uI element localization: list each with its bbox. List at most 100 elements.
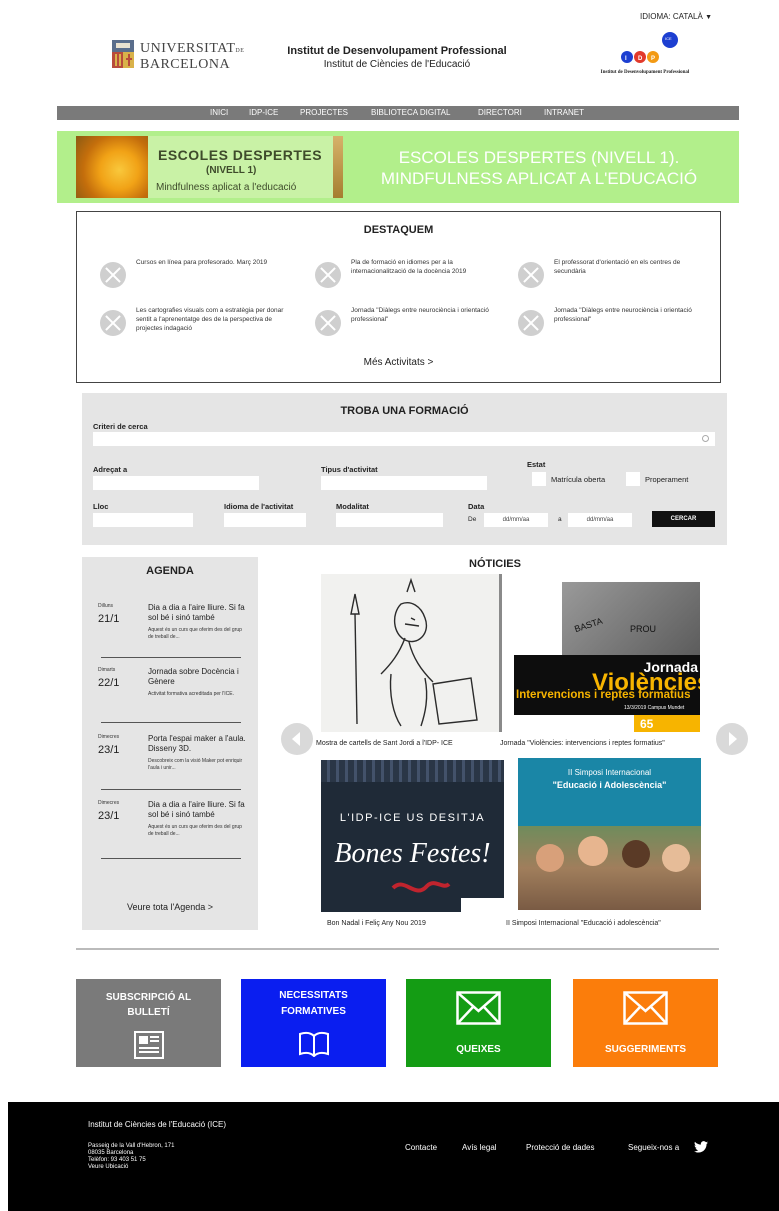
featured-item[interactable]: Les cartografies visuals com a estratègi… <box>100 306 290 342</box>
banner-image-subtitle: Mindfulness aplicat a l'educació <box>156 182 297 193</box>
nav-item-projectes[interactable]: PROJECTES <box>300 108 348 117</box>
anniversary-badge: 65 <box>634 715 700 732</box>
agenda-divider <box>101 722 241 723</box>
banner-title: ESCOLES DESPERTES (NIVELL 1). MINDFULNES… <box>380 148 698 188</box>
idp-logo-caption: Institut de Desenvolupament Professional <box>600 70 690 75</box>
sunflower-image <box>76 136 148 198</box>
event-title: Jornada sobre Docència i Gènere <box>148 667 239 686</box>
modality-input[interactable] <box>336 513 443 527</box>
festes-line1: L'IDP-ICE US DESITJA <box>339 812 486 824</box>
tile-label: BULLETÍ <box>127 1007 170 1018</box>
banner-image-level: (NIVELL 1) <box>206 165 257 176</box>
hero-banner[interactable]: ESCOLES DESPERTES (NIVELL 1) Mindfulness… <box>57 131 739 203</box>
status-open-checkbox[interactable] <box>532 472 546 486</box>
image-placeholder-icon <box>315 310 341 336</box>
contact-link[interactable]: Contacte <box>405 1143 437 1152</box>
training-needs-tile[interactable]: NECESSITATS FORMATIVES <box>241 979 386 1067</box>
follow-us-label: Segueix-nos a <box>628 1143 680 1152</box>
activity-type-input[interactable] <box>321 476 487 490</box>
date-label: Data <box>468 502 485 511</box>
institute-title-sub: Institut de Ciències de l'Educació <box>323 59 471 70</box>
nav-item-inici[interactable]: INICI <box>210 108 228 117</box>
nav-item-biblioteca[interactable]: BIBLIOTECA DIGITAL <box>371 108 450 117</box>
event-date: 22/1 <box>98 677 120 689</box>
news-image-violencies[interactable]: BASTA PROU Jornada Violències Intervenci… <box>514 582 700 732</box>
carousel-next-button[interactable] <box>716 723 748 755</box>
event-title: Dia a dia a l'aire lliure. Si fa sol bé … <box>148 800 245 819</box>
event-weekday: Dimarts <box>98 667 116 673</box>
featured-item[interactable]: El professorat d'orientació en els centr… <box>518 258 708 294</box>
institute-title: Institut de Desenvolupament Professional… <box>262 45 532 70</box>
envelope-icon <box>623 991 668 1025</box>
modality-label: Modalitat <box>336 502 369 511</box>
date-from-input[interactable]: dd/mm/aa <box>484 513 548 527</box>
event-weekday: Dilluns <box>98 603 114 609</box>
search-button[interactable]: CERCAR <box>652 511 715 527</box>
event-desc: Aquest és un curs que oferim des del gru… <box>148 627 242 640</box>
full-agenda-link[interactable]: Veure tota l'Agenda > <box>82 902 258 912</box>
search-input[interactable] <box>93 432 715 446</box>
language-selector[interactable]: IDIOMA: CATALÀ ▼ <box>640 12 712 21</box>
news-caption[interactable]: Bon Nadal i Feliç Any Nou 2019 <box>327 920 426 927</box>
date-from-label: De <box>468 516 477 523</box>
ribbon-icon <box>391 881 451 893</box>
hand-word: PROU <box>630 624 657 634</box>
twitter-icon[interactable] <box>694 1141 708 1153</box>
legal-notice-link[interactable]: Avís legal <box>462 1143 497 1152</box>
suggestions-tile[interactable]: SUGGERIMENTS <box>573 979 718 1067</box>
nav-item-idp-ice[interactable]: IDP-ICE <box>249 108 278 117</box>
nav-item-directori[interactable]: DIRECTORI <box>478 108 522 117</box>
featured-item[interactable]: Jornada "Diàlegs entre neurociència i or… <box>518 306 708 342</box>
carousel-prev-button[interactable] <box>281 723 313 755</box>
course-search-form: TROBA UNA FORMACIÓ Criteri de cerca Adre… <box>82 393 727 545</box>
image-placeholder-icon <box>100 262 126 288</box>
agenda-divider <box>101 657 241 658</box>
main-nav: INICI IDP-ICE PROJECTES BIBLIOTECA DIGIT… <box>57 106 739 120</box>
ub-logo[interactable]: UNIVERSITATDE BARCELONA <box>112 40 244 72</box>
news-image-bones-festes[interactable]: L'IDP-ICE US DESITJA Bones Festes! <box>321 760 504 912</box>
violencies-poster: Jornada Violències Intervencions i repte… <box>514 655 700 715</box>
place-input[interactable] <box>93 513 193 527</box>
snowflake-border <box>321 760 504 782</box>
agenda-event[interactable]: Dilluns 21/1 Dia a dia a l'aire lliure. … <box>98 603 248 651</box>
news-caption[interactable]: Jornada "Violències: intervencions i rep… <box>500 740 665 747</box>
section-divider <box>76 948 719 950</box>
news-caption[interactable]: Mostra de cartells de Sant Jordi a l'IDP… <box>316 740 453 747</box>
newspaper-icon <box>134 1031 164 1059</box>
news-caption[interactable]: II Simposi Internacional "Educació i ado… <box>506 920 661 927</box>
agenda-divider <box>101 858 241 859</box>
agenda-event[interactable]: Dimarts 22/1 Jornada sobre Docència i Gè… <box>98 667 248 715</box>
complaints-tile[interactable]: QUEIXES <box>406 979 551 1067</box>
banner-image: ESCOLES DESPERTES (NIVELL 1) Mindfulness… <box>76 136 343 198</box>
location-link[interactable]: Veure Ubicació <box>88 1164 174 1171</box>
search-icon[interactable] <box>702 435 709 442</box>
nav-item-intranet[interactable]: INTRANET <box>544 108 584 117</box>
simposi-line2: "Educació i Adolescència" <box>552 780 667 790</box>
featured-item[interactable]: Pla de formació en idiomes per a la inte… <box>315 258 505 294</box>
event-desc: Activitat formativa acreditada per l'ICE… <box>148 691 234 697</box>
agenda-event[interactable]: Dimecres 23/1 Porta l'espai maker a l'au… <box>98 734 248 782</box>
date-to-input[interactable]: dd/mm/aa <box>568 513 632 527</box>
news-image-sant-jordi[interactable] <box>321 574 502 732</box>
poster-title3: Intervencions i reptes formatius <box>516 689 691 701</box>
addressed-input[interactable] <box>93 476 259 490</box>
criteria-label: Criteri de cerca <box>93 422 148 431</box>
arrow-right-icon <box>729 732 737 746</box>
featured-item[interactable]: Jornada "Diàlegs entre neurociència i or… <box>315 306 505 342</box>
more-activities-link[interactable]: Més Activitats > <box>77 357 720 368</box>
language-input[interactable] <box>224 513 306 527</box>
featured-item[interactable]: Cursos en línea para profesorado. Març 2… <box>100 258 290 294</box>
event-desc: Aquest és un curs que oferim des del gru… <box>148 824 242 837</box>
drawing-image <box>321 574 502 732</box>
status-upcoming-checkbox[interactable] <box>626 472 640 486</box>
news-image-simposi[interactable]: II Simposi Internacional "Educació i Ado… <box>518 758 701 910</box>
simposi-line1: II Simposi Internacional <box>567 768 652 777</box>
logo-strip <box>461 898 504 912</box>
data-protection-link[interactable]: Protecció de dades <box>526 1143 595 1152</box>
event-date: 23/1 <box>98 810 120 822</box>
agenda-event[interactable]: Dimecres 23/1 Dia a dia a l'aire lliure.… <box>98 800 248 848</box>
idp-ice-logo[interactable]: ICE I D P Institut de Desenvolupament Pr… <box>590 32 700 88</box>
caret-down-icon: ▼ <box>705 14 712 21</box>
newsletter-tile[interactable]: SUBSCRIPCIÓ AL BULLETÍ <box>76 979 221 1067</box>
event-date: 23/1 <box>98 744 120 756</box>
